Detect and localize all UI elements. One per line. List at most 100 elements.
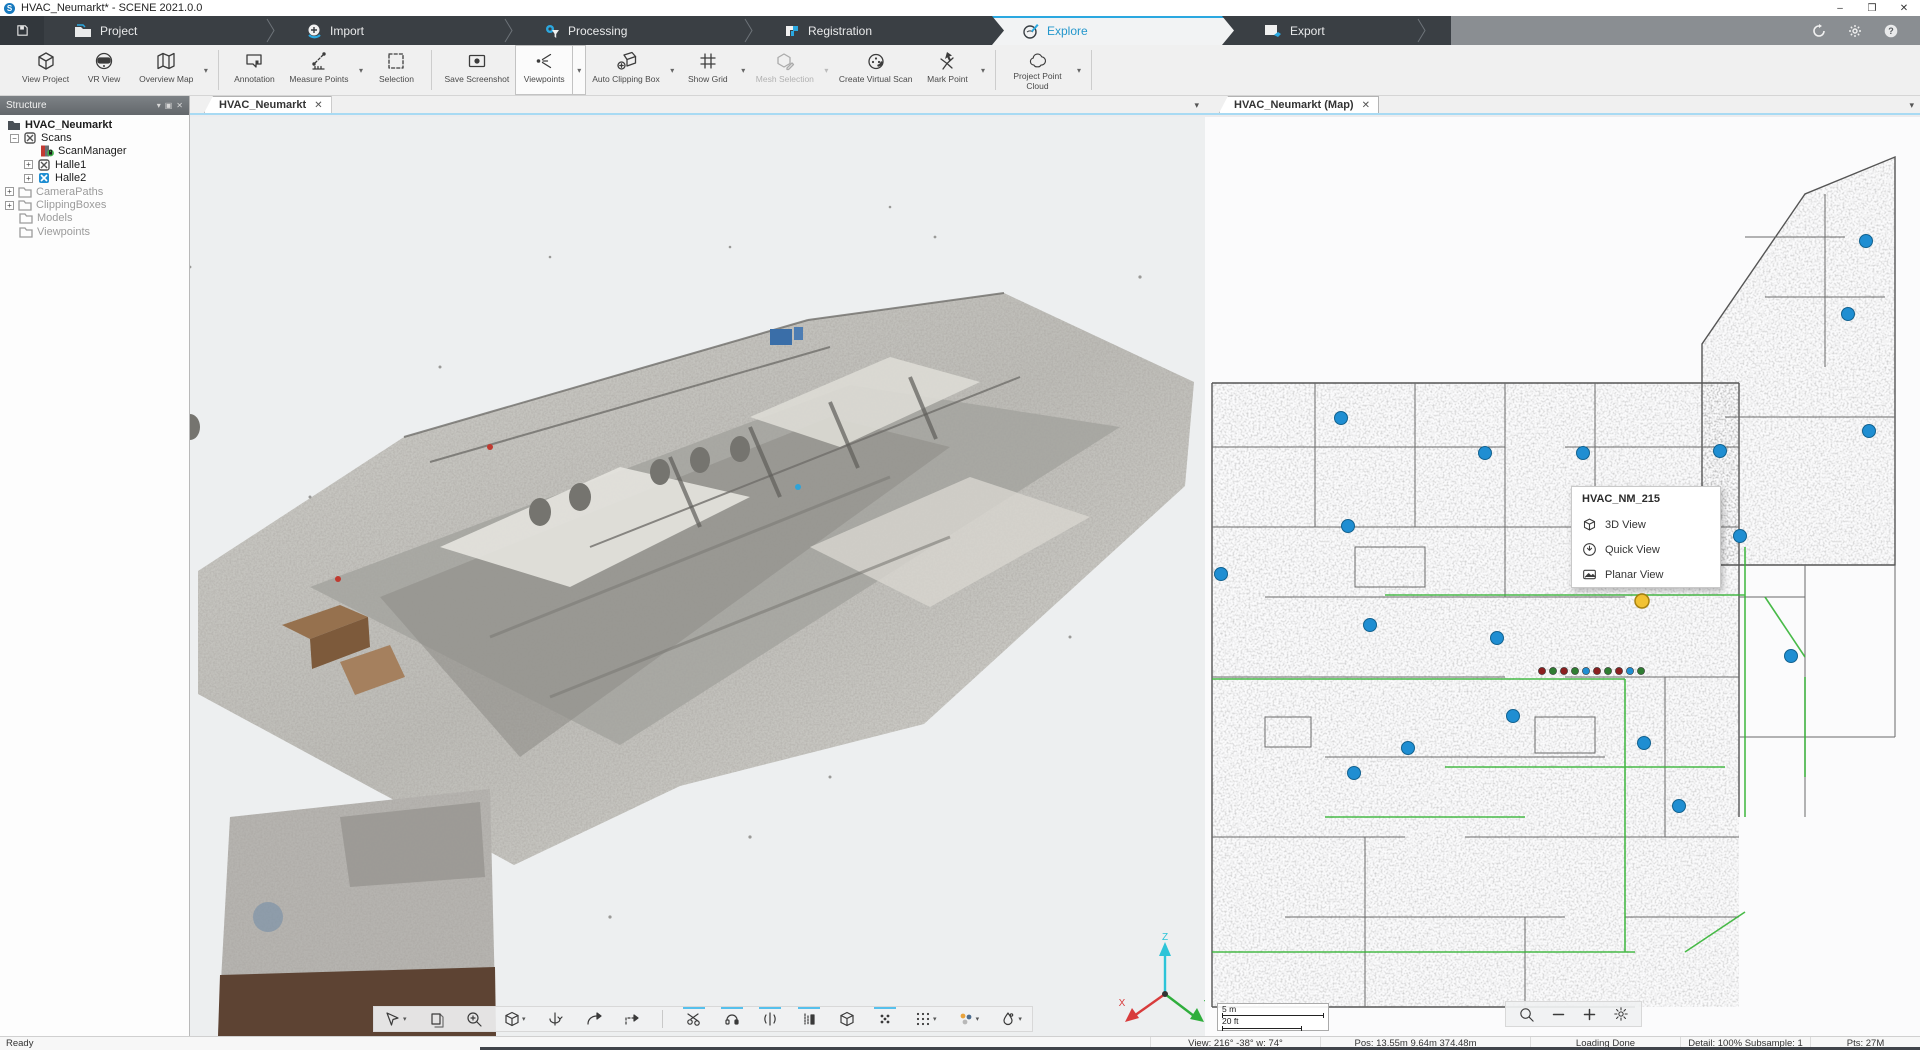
map-zoom-icon[interactable]	[1518, 1006, 1535, 1023]
zoom-tool-button[interactable]	[463, 1007, 485, 1031]
zoom-out-button[interactable]	[1551, 1007, 1566, 1022]
selected-scan-point[interactable]	[1635, 594, 1649, 608]
scan-point-marker[interactable]	[1364, 619, 1377, 632]
tree-item-halle2[interactable]: + Halle2	[0, 172, 189, 185]
fly-mode-button[interactable]	[582, 1007, 604, 1031]
tree-item-clippingboxes[interactable]: + ClippingBoxes	[0, 198, 189, 211]
auto-clipping-box-dropdown[interactable]: ▾	[666, 45, 679, 95]
panel-pin-icon[interactable]: ▣	[165, 101, 173, 110]
minimize-button[interactable]: –	[1824, 0, 1856, 16]
split-view-button[interactable]	[759, 1007, 781, 1031]
menu-item-quick-view[interactable]: Quick View	[1572, 537, 1720, 562]
ribbon-tab-project[interactable]: Project	[44, 16, 276, 45]
measure-points-dropdown[interactable]: ▾	[354, 45, 367, 95]
view-3d-canvas[interactable]: Z X Y ▾ ▾	[190, 117, 1205, 1036]
scan-point-marker[interactable]	[1342, 520, 1355, 533]
auto-clipping-box-button[interactable]: Auto Clipping Box	[586, 45, 666, 95]
show-grid-dropdown[interactable]: ▾	[737, 45, 750, 95]
tree-item-models[interactable]: Models	[0, 212, 189, 225]
project-point-cloud-button[interactable]: Project Point Cloud	[1002, 45, 1072, 95]
scan-cluster-marker[interactable]	[1571, 667, 1578, 674]
scan-point-marker[interactable]	[1638, 737, 1651, 750]
scan-point-marker[interactable]	[1860, 235, 1873, 248]
ribbon-tab-registration[interactable]: Registration	[754, 16, 992, 45]
menu-item-3d-view[interactable]: 3D View	[1572, 512, 1720, 537]
menu-item-planar-view[interactable]: Planar View	[1572, 562, 1720, 587]
structure-panel-header[interactable]: Structure ▾ ▣ ✕	[0, 96, 189, 115]
scan-cluster-marker[interactable]	[1549, 667, 1556, 674]
scan-point-marker[interactable]	[1215, 568, 1228, 581]
scan-cluster-marker[interactable]	[1593, 667, 1600, 674]
overview-map-button[interactable]: Overview Map	[133, 45, 199, 95]
vr-preview-button[interactable]	[721, 1007, 743, 1031]
tab-close-icon[interactable]: ✕	[1362, 100, 1370, 111]
tree-item-scanmanager[interactable]: ScanManager	[0, 145, 189, 158]
tab-hvac-neumarkt-map[interactable]: HVAC_Neumarkt (Map) ✕	[1219, 96, 1379, 113]
tab-hvac-neumarkt[interactable]: HVAC_Neumarkt ✕	[204, 96, 332, 113]
project-point-cloud-dropdown[interactable]: ▾	[1072, 45, 1085, 95]
scan-point-marker[interactable]	[1491, 632, 1504, 645]
scan-cluster-marker[interactable]	[1560, 667, 1567, 674]
clear-color-button[interactable]: ▾	[997, 1007, 1024, 1031]
scan-point-marker[interactable]	[1577, 447, 1590, 460]
grid-density-button[interactable]: ▾	[912, 1007, 939, 1031]
cube-toggle-button[interactable]	[836, 1007, 858, 1031]
scan-point-marker[interactable]	[1785, 650, 1798, 663]
expand-expander-icon[interactable]: +	[5, 187, 14, 196]
scan-point-marker[interactable]	[1402, 742, 1415, 755]
scan-point-marker[interactable]	[1863, 425, 1876, 438]
collapse-expander-icon[interactable]: −	[10, 134, 19, 143]
expand-expander-icon[interactable]: +	[24, 174, 33, 183]
tree-item-camerapaths[interactable]: + CameraPaths	[0, 185, 189, 198]
create-virtual-scan-button[interactable]: Create Virtual Scan	[833, 45, 919, 95]
scan-cluster-marker[interactable]	[1626, 667, 1633, 674]
view-cube-button[interactable]: ▾	[501, 1007, 528, 1031]
file-menu-button[interactable]	[0, 16, 44, 45]
view-project-button[interactable]: View Project	[16, 45, 75, 95]
scan-cluster-marker[interactable]	[1604, 667, 1611, 674]
tab-close-icon[interactable]: ✕	[314, 100, 322, 111]
viewpoints-button[interactable]: Viewpoints	[515, 45, 573, 95]
panel-close-icon[interactable]: ✕	[176, 101, 183, 110]
save-screenshot-button[interactable]: Save Screenshot	[438, 45, 515, 95]
histogram-button[interactable]	[798, 1007, 820, 1031]
tab-list-dropdown-icon[interactable]: ▾	[1194, 100, 1199, 111]
scan-cluster-marker[interactable]	[1637, 667, 1644, 674]
scan-point-marker[interactable]	[1673, 800, 1686, 813]
settings-gear-icon[interactable]	[1848, 24, 1862, 38]
tree-item-scans[interactable]: − Scans	[0, 131, 189, 144]
help-icon[interactable]: ?	[1884, 24, 1898, 38]
expand-expander-icon[interactable]: +	[5, 201, 14, 210]
panel-dropdown-icon[interactable]: ▾	[157, 101, 161, 110]
ribbon-tab-import[interactable]: Import	[276, 16, 514, 45]
clipping-toggle-button[interactable]	[683, 1007, 705, 1031]
scan-cluster-marker[interactable]	[1582, 667, 1589, 674]
tree-item-project[interactable]: HVAC_Neumarkt	[0, 118, 189, 131]
tree-item-halle1[interactable]: + Halle1	[0, 158, 189, 171]
mark-point-dropdown[interactable]: ▾	[976, 45, 989, 95]
tab-list-dropdown-icon[interactable]: ▾	[1909, 100, 1914, 111]
ribbon-tab-processing[interactable]: Processing	[514, 16, 754, 45]
scan-point-marker[interactable]	[1507, 710, 1520, 723]
close-button[interactable]: ✕	[1888, 0, 1920, 16]
viewpoints-dropdown[interactable]: ▾	[573, 45, 586, 95]
overview-map-dropdown[interactable]: ▾	[199, 45, 212, 95]
maximize-button[interactable]: ❒	[1856, 0, 1888, 16]
scan-point-marker[interactable]	[1842, 308, 1855, 321]
measure-points-button[interactable]: Measure Points	[283, 45, 354, 95]
map-canvas[interactable]: HVAC_NM_215 3D View Quick View Planar Vi…	[1205, 117, 1920, 1036]
scan-point-marker[interactable]	[1348, 767, 1361, 780]
scan-point-marker[interactable]	[1479, 447, 1492, 460]
scan-point-marker[interactable]	[1335, 412, 1348, 425]
point-render-button[interactable]	[874, 1007, 896, 1031]
map-settings-gear-button[interactable]	[1613, 1006, 1629, 1022]
show-grid-button[interactable]: Show Grid	[679, 45, 737, 95]
vr-view-button[interactable]: VR View	[75, 45, 133, 95]
scan-cluster-marker[interactable]	[1615, 667, 1622, 674]
scan-point-marker[interactable]	[1714, 445, 1727, 458]
annotation-button[interactable]: Annotation	[225, 45, 283, 95]
expand-expander-icon[interactable]: +	[24, 160, 33, 169]
pan-tool-button[interactable]	[425, 1007, 447, 1031]
select-tool-button[interactable]: ▾	[382, 1007, 409, 1031]
selection-button[interactable]: Selection	[367, 45, 425, 95]
